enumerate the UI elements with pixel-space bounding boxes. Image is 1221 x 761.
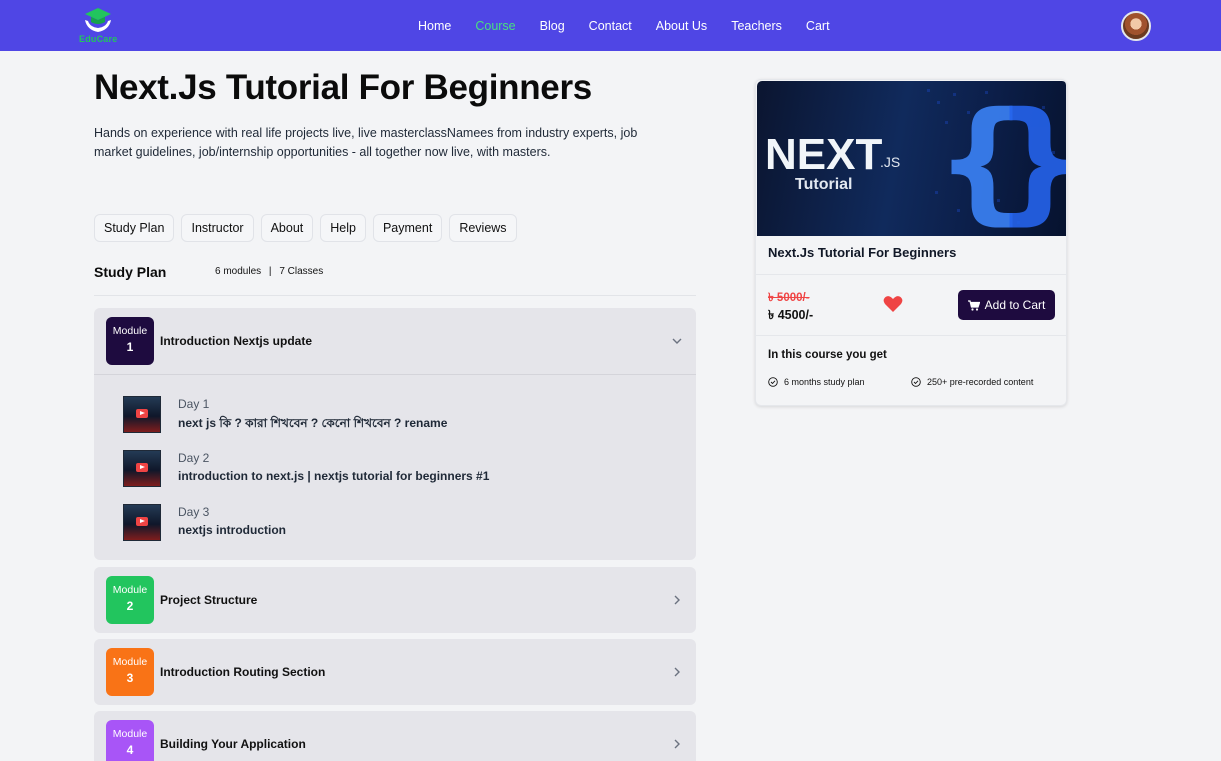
module-badge-number: 1: [126, 340, 134, 354]
svg-text:}: }: [993, 84, 1067, 236]
module-header[interactable]: Module 2 Project Structure: [94, 567, 696, 633]
lesson-day: Day 3: [178, 505, 210, 519]
module-header[interactable]: Module 4 Building Your Application: [94, 711, 696, 761]
classes-count: 7 Classes: [279, 266, 324, 277]
heart-icon[interactable]: [883, 295, 903, 313]
module-badge-label: Module: [112, 656, 148, 668]
tab-study-plan[interactable]: Study Plan: [94, 214, 175, 242]
nav-link-cart[interactable]: Cart: [806, 19, 830, 33]
chevron-right-icon[interactable]: [670, 737, 684, 751]
nav-link-about-us[interactable]: About Us: [656, 19, 707, 33]
check-circle-icon: [911, 377, 921, 387]
module-badge-number: 2: [126, 599, 134, 613]
tab-about[interactable]: About: [260, 214, 314, 242]
course-thumbnail: { } NEXT .JS Tutorial: [757, 81, 1067, 236]
play-icon: [136, 517, 148, 526]
svg-text:.JS: .JS: [880, 154, 900, 170]
nav-link-contact[interactable]: Contact: [589, 19, 632, 33]
lesson-day: Day 2: [178, 451, 210, 465]
feature-label: 6 months study plan: [784, 377, 865, 387]
nextjs-banner-graphic: { } NEXT .JS Tutorial: [765, 84, 1067, 236]
course-tabs: Study Plan Instructor About Help Payment…: [94, 214, 517, 242]
nav-link-course[interactable]: Course: [475, 19, 515, 33]
page-title: Next.Js Tutorial For Beginners: [94, 68, 592, 107]
lesson-day: Day 1: [178, 397, 210, 411]
lesson-item[interactable]: Day 1 next js কি ? কারা শিখবেন ? কেনো শি…: [94, 393, 696, 447]
module-badge: Module 3: [106, 648, 154, 696]
tab-help[interactable]: Help: [320, 214, 366, 242]
tab-instructor[interactable]: Instructor: [181, 214, 254, 242]
course-description: Hands on experience with real life proje…: [94, 126, 638, 159]
play-icon: [136, 409, 148, 418]
cart-icon: [967, 299, 980, 311]
feature-label: 250+ pre-recorded content: [927, 377, 1034, 387]
course-card: { } NEXT .JS Tutorial Next.Js Tutorial F…: [755, 79, 1067, 406]
module-badge-number: 4: [126, 743, 134, 757]
tab-reviews[interactable]: Reviews: [449, 214, 517, 242]
you-get-heading: In this course you get: [768, 349, 887, 361]
chevron-down-icon[interactable]: [670, 334, 684, 348]
svg-text:NEXT: NEXT: [765, 130, 882, 179]
current-price: ৳ 4500/-: [768, 308, 814, 322]
video-thumbnail: [123, 450, 161, 487]
top-navbar: EduCare Home Course Blog Contact About U…: [0, 0, 1221, 51]
video-thumbnail: [123, 504, 161, 541]
play-icon: [136, 463, 148, 472]
module-accordion: Module 3 Introduction Routing Section: [94, 639, 696, 705]
user-avatar[interactable]: [1121, 11, 1151, 41]
tab-payment[interactable]: Payment: [372, 214, 443, 242]
chevron-right-icon[interactable]: [670, 593, 684, 607]
divider: [756, 274, 1066, 275]
divider: [756, 335, 1066, 336]
add-to-cart-button[interactable]: Add to Cart: [958, 290, 1055, 320]
nav-link-blog[interactable]: Blog: [540, 19, 565, 33]
meta-separator: |: [268, 266, 272, 277]
module-accordion: Module 1 Introduction Nextjs update Day …: [94, 308, 696, 560]
module-badge-label: Module: [112, 584, 148, 596]
svg-text:Tutorial: Tutorial: [795, 176, 852, 193]
lesson-name: next js কি ? কারা শিখবেন ? কেনো শিখবেন ?…: [178, 416, 448, 430]
module-badge: Module 4: [106, 720, 154, 761]
feature-item: 6 months study plan: [768, 377, 865, 387]
graduation-cap-hands-icon: [85, 8, 111, 32]
nav-link-teachers[interactable]: Teachers: [731, 19, 782, 33]
card-course-name: Next.Js Tutorial For Beginners: [768, 245, 957, 260]
module-header[interactable]: Module 1 Introduction Nextjs update: [94, 308, 696, 374]
module-title: Introduction Routing Section: [160, 665, 326, 679]
add-to-cart-label: Add to Cart: [984, 298, 1046, 312]
module-accordion: Module 4 Building Your Application: [94, 711, 696, 761]
module-accordion: Module 2 Project Structure: [94, 567, 696, 633]
brand-logo[interactable]: EduCare: [79, 6, 119, 46]
module-badge-number: 3: [126, 671, 134, 685]
lesson-item[interactable]: Day 2 introduction to next.js | nextjs t…: [94, 447, 696, 501]
module-title: Project Structure: [160, 593, 258, 607]
main-nav: Home Course Blog Contact About Us Teache…: [418, 0, 830, 51]
divider: [94, 295, 696, 296]
brand-name: EduCare: [79, 34, 118, 44]
lesson-name: nextjs introduction: [178, 523, 286, 537]
nav-link-home[interactable]: Home: [418, 19, 451, 33]
check-circle-icon: [768, 377, 778, 387]
module-title: Introduction Nextjs update: [160, 334, 313, 348]
module-badge-label: Module: [112, 728, 148, 740]
chevron-right-icon[interactable]: [670, 665, 684, 679]
study-plan-meta: 6 modules | 7 Classes: [215, 266, 323, 277]
old-price: ৳ 5000/-: [768, 292, 810, 304]
study-plan-heading: Study Plan: [94, 264, 167, 280]
lesson-item[interactable]: Day 3 nextjs introduction: [94, 501, 696, 555]
lesson-name: introduction to next.js | nextjs tutoria…: [178, 469, 490, 483]
module-badge: Module 1: [106, 317, 154, 365]
module-header[interactable]: Module 3 Introduction Routing Section: [94, 639, 696, 705]
video-thumbnail: [123, 396, 161, 433]
module-badge-label: Module: [112, 325, 148, 337]
modules-count: 6 modules: [215, 266, 262, 277]
module-badge: Module 2: [106, 576, 154, 624]
module-title: Building Your Application: [160, 737, 306, 751]
module-lessons: Day 1 next js কি ? কারা শিখবেন ? কেনো শি…: [94, 374, 696, 563]
feature-item: 250+ pre-recorded content: [911, 377, 1033, 387]
